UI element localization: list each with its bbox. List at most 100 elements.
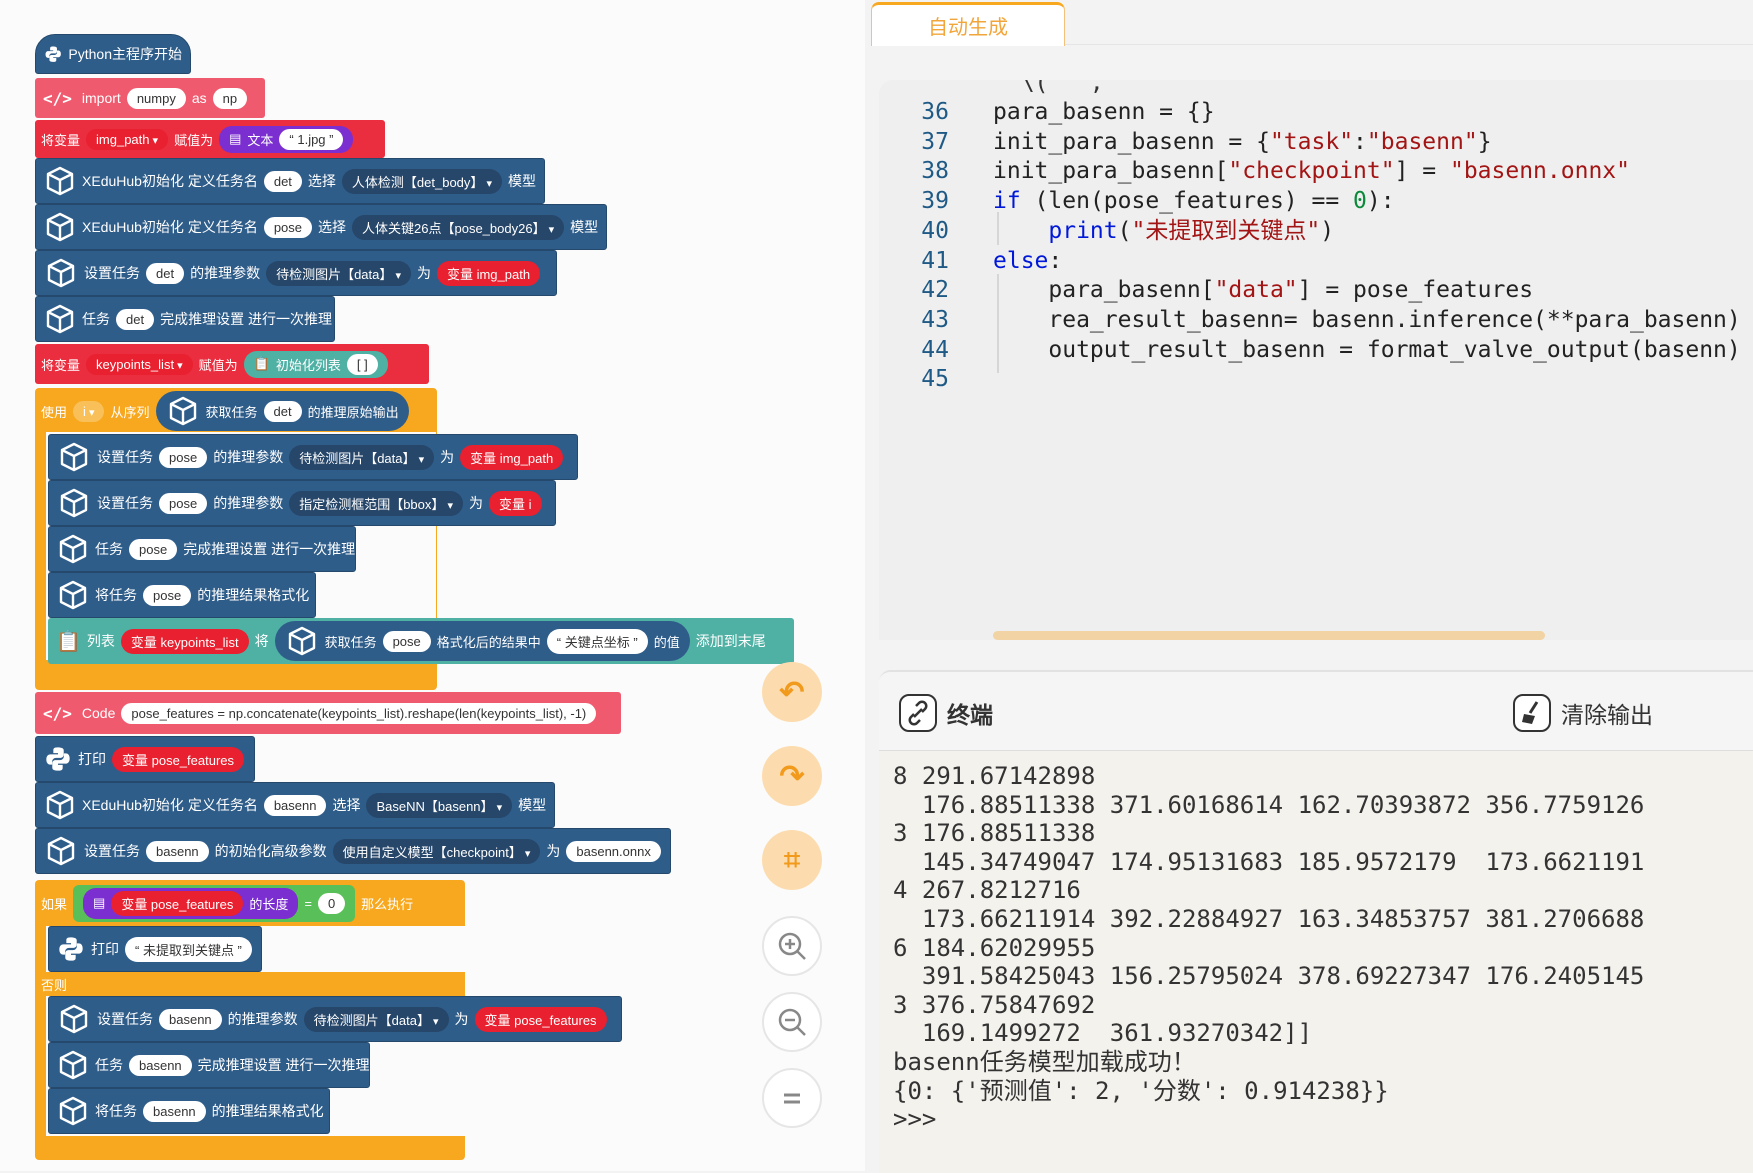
compare-value-field[interactable]: 0 [317,892,346,914]
variable-block[interactable]: 变量 keypoints_list [120,628,249,654]
task-name-field[interactable]: basenn [129,1054,192,1076]
format-basenn-block[interactable]: 将任务 basenn 的推理结果格式化 [48,1088,330,1134]
xeduhub-init-det-block[interactable]: XEduHub初始化 定义任务名 det 选择 人体检测【det_body】 模… [35,158,545,204]
zoom-out-button[interactable] [762,992,822,1052]
module-name-field[interactable]: numpy [126,87,186,109]
text-value-field[interactable]: “ 1.jpg ” [279,128,344,150]
assign-keypoints-block[interactable]: 将变量 keypoints_list 赋值为 📋 初始化列表 [ ] [35,344,429,384]
set-basenn-data-block[interactable]: 设置任务 basenn 的推理参数 待检测图片【data】 为 变量 pose_… [48,996,622,1042]
cube-icon [44,164,76,198]
cube-icon [285,624,319,658]
variable-block[interactable]: 变量 img_path [460,444,564,470]
task-name-field[interactable]: basenn [143,1100,206,1122]
as-label: 为 [416,265,431,281]
xeduhub-init-basenn-block[interactable]: XEduHub初始化 定义任务名 basenn 选择 BaseNN【basenn… [35,782,555,828]
crop-button[interactable]: ⌗ [762,830,822,890]
code-text-field[interactable]: pose_features = np.concatenate(keypoints… [121,702,597,724]
task-name-field[interactable]: basenn [146,840,209,862]
param-dropdown[interactable]: 指定检测框范围【bbox】 [289,490,463,516]
model-label: 模型 [570,219,599,235]
init-list-block[interactable]: 📋 初始化列表 [ ] [243,350,388,378]
task-name-field[interactable]: basenn [263,794,327,816]
format-pose-block[interactable]: 将任务 pose 的推理结果格式化 [48,572,316,618]
code-block[interactable]: </> Code pose_features = np.concatenate(… [35,692,621,734]
task-name-field[interactable]: det [263,400,302,422]
block-workspace[interactable]: Python主程序开始 </> import numpy as np 将变量 i… [0,0,865,1171]
get-formatted-result-block[interactable]: 获取任务 pose 格式化后的结果中 “ 关键点坐标 ” 的值 [274,621,690,661]
tab-auto-generate[interactable]: 自动生成 [871,2,1065,46]
compare-block[interactable]: ▤ 变量 pose_features 的长度 = 0 [73,884,356,922]
variable-block[interactable]: 变量 pose_features [474,1006,607,1032]
list-append-block[interactable]: 📋 列表 变量 keypoints_list 将 获取任务 pose 格式化后的… [48,618,794,664]
run-pose-block[interactable]: 任务 pose 完成推理设置 进行一次推理 [48,526,356,572]
import-block[interactable]: </> import numpy as np [35,78,265,118]
clear-output-button[interactable]: 清除输出 [1513,694,1653,732]
if-header[interactable]: 如果 ▤ 变量 pose_features 的长度 = 0 那么执行 [35,880,465,926]
horizontal-scrollbar[interactable] [993,631,1545,640]
code-token: init_para_basenn[ [993,158,1229,185]
task-name-field[interactable]: pose [159,446,208,468]
for-loop-header[interactable]: 使用 i 从序列 获取任务 det 的推理原始输出 [35,388,437,434]
set-pose-data-block[interactable]: 设置任务 pose 的推理参数 待检测图片【data】 为 变量 img_pat… [48,434,578,480]
task-name-field[interactable]: pose [382,630,431,652]
code-token: ] = [1394,158,1450,185]
task-name-field[interactable]: pose [159,492,208,514]
variable-dropdown[interactable]: keypoints_list [86,353,193,375]
python-start-block[interactable]: Python主程序开始 [35,34,191,74]
cube-icon [57,1048,89,1082]
variable-block[interactable]: 变量 img_path [436,260,541,286]
param-dropdown[interactable]: 待检测图片【data】 [303,1006,449,1032]
param-dropdown[interactable]: 使用自定义模型【checkpoint】 [332,838,541,864]
param-label: 的推理参数 [227,1011,298,1027]
print-text-field[interactable]: “ 未提取到关键点 ” [125,936,252,962]
terminal-line: basenn任务模型加载成功！ [893,1048,1196,1076]
tab-label: 自动生成 [928,17,1008,39]
param-dropdown[interactable]: 待检测图片【data】 [266,260,411,286]
text-icon: ▤ [93,895,106,910]
xeduhub-init-pose-block[interactable]: XEduHub初始化 定义任务名 pose 选择 人体关键26点【pose_bo… [35,204,607,250]
task-name-field[interactable]: pose [143,584,192,606]
task-name-field[interactable]: det [116,308,155,330]
module-alias-field[interactable]: np [212,87,248,109]
param-dropdown[interactable]: 待检测图片【data】 [289,444,435,470]
code-text: if (len(pose_features) == 0): [993,185,1395,218]
reset-zoom-button[interactable] [762,1068,822,1128]
model-dropdown[interactable]: BaseNN【basenn】 [366,792,513,818]
undo-button[interactable]: ↶ [762,662,822,722]
terminal-line: 173.66211914 392.22884927 163.34853757 3… [893,905,1645,933]
code-icon: </> [43,703,72,723]
run-det-block[interactable]: 任务 det 完成推理设置 进行一次推理 [35,296,335,342]
print-pose-features-block[interactable]: 打印 变量 pose_features [35,736,255,782]
variable-block[interactable]: 变量 pose_features [112,746,245,772]
model-dropdown[interactable]: 人体检测【det_body】 [341,168,502,194]
model-dropdown[interactable]: 人体关键26点【pose_body26】 [352,214,565,240]
task-name-field[interactable]: pose [263,216,313,238]
variable-block[interactable]: 变量 i [488,490,542,516]
run-basenn-block[interactable]: 任务 basenn 完成推理设置 进行一次推理 [48,1042,370,1088]
get-task-label: 获取任务 [205,404,258,420]
length-block[interactable]: ▤ 变量 pose_features 的长度 [83,887,299,919]
loop-variable-dropdown[interactable]: i [73,400,105,422]
key-text-field[interactable]: “ 关键点坐标 ” [546,628,648,654]
task-name-field[interactable]: det [146,262,185,284]
task-name-field[interactable]: pose [129,538,178,560]
redo-button[interactable]: ↷ [762,746,822,806]
get-raw-output-block[interactable]: 获取任务 det 的推理原始输出 [155,391,409,431]
text-block[interactable]: ▤ 文本 “ 1.jpg ” [219,125,354,153]
checkpoint-value-field[interactable]: basenn.onnx [566,840,661,862]
list-label: 列表 [86,633,115,649]
set-pose-bbox-block[interactable]: 设置任务 pose 的推理参数 指定检测框范围【bbox】 为 变量 i [48,480,556,526]
zoom-in-button[interactable] [762,916,822,976]
code-text: else: [993,245,1062,278]
print-no-keypoints-block[interactable]: 打印 “ 未提取到关键点 ” [48,926,262,972]
set-det-param-block[interactable]: 设置任务 det 的推理参数 待检测图片【data】 为 变量 img_path [35,250,557,296]
list-value-field[interactable]: [ ] [346,353,378,375]
task-name-field[interactable]: det [263,170,302,192]
set-basenn-checkpoint-block[interactable]: 设置任务 basenn 的初始化高级参数 使用自定义模型【checkpoint】… [35,828,671,874]
assign-img-path-block[interactable]: 将变量 img_path 赋值为 ▤ 文本 “ 1.jpg ” [35,120,385,158]
variable-block[interactable]: 变量 pose_features [111,890,244,916]
param-label: 的初始化高级参数 [214,843,327,859]
task-name-field[interactable]: basenn [159,1008,222,1030]
variable-dropdown[interactable]: img_path [86,128,169,150]
code-editor[interactable]: ' \( _ , 36 para_basenn = {} 37 init_para_b… [879,80,1753,640]
